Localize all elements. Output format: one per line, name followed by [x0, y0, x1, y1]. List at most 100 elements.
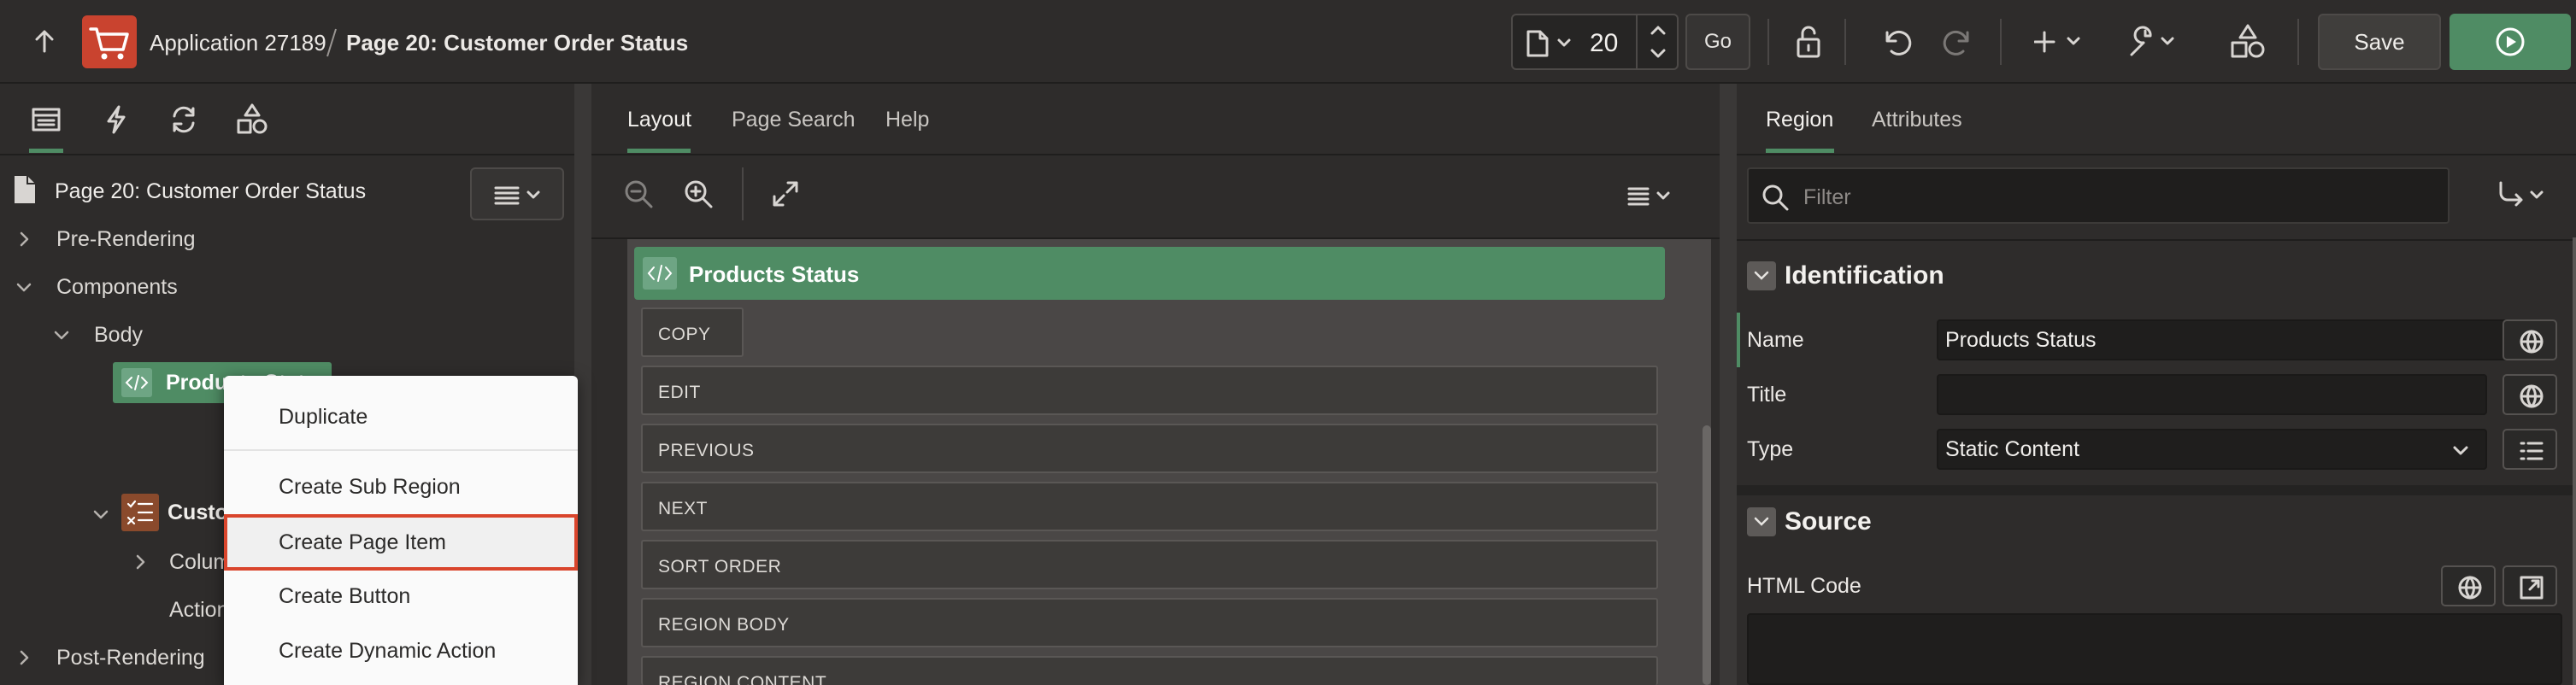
position-label: SORT ORDER: [658, 557, 782, 577]
position-edit[interactable]: EDIT: [641, 366, 1658, 415]
position-label: REGION CONTENT: [658, 673, 827, 685]
position-previous[interactable]: PREVIOUS: [641, 424, 1658, 473]
utilities-wrench-icon[interactable]: [2126, 24, 2181, 60]
tab-page-search[interactable]: Page Search: [732, 108, 856, 132]
create-menu-button[interactable]: [2034, 26, 2089, 58]
zoom-out-icon[interactable]: [622, 178, 655, 210]
translate-globe-button[interactable]: [2502, 374, 2557, 415]
lightning-icon[interactable]: [101, 104, 132, 135]
page-selector[interactable]: 20: [1511, 14, 1679, 70]
breadcrumb-separator: [323, 26, 340, 60]
translate-globe-button[interactable]: [2502, 319, 2557, 360]
decrement-button[interactable]: [1641, 43, 1675, 65]
processing-icon[interactable]: [168, 104, 200, 135]
divider: [0, 154, 574, 155]
shared-components-tab-icon[interactable]: [236, 102, 268, 137]
name-label: Name: [1747, 328, 1804, 352]
section-source[interactable]: Source: [1785, 507, 1872, 536]
collapse-toggle[interactable]: [1747, 507, 1776, 536]
region-products-status[interactable]: Products Status: [634, 247, 1665, 300]
play-icon: [2494, 26, 2526, 58]
menu-item-create-page-item[interactable]: Create Page Item: [224, 514, 578, 571]
translate-globe-button[interactable]: [2441, 565, 2496, 606]
tab-attributes[interactable]: Attributes: [1872, 108, 1962, 132]
section-identification[interactable]: Identification: [1785, 261, 1944, 290]
title-input[interactable]: [1937, 374, 2487, 415]
chevron-right-icon[interactable]: [14, 229, 34, 249]
filter-field[interactable]: Filter: [1747, 167, 2450, 224]
divider: [591, 154, 1720, 155]
current-property-marker: [1737, 313, 1740, 367]
expand-editor-button[interactable]: [2502, 565, 2557, 606]
chevron-down-icon[interactable]: [14, 277, 34, 297]
zoom-in-icon[interactable]: [682, 178, 715, 210]
chevron-down-icon[interactable]: [91, 504, 111, 524]
active-tab-indicator: [29, 149, 63, 153]
redo-icon[interactable]: [1940, 24, 1976, 60]
go-to-group-icon[interactable]: [2496, 179, 2550, 212]
menu-item-create-button[interactable]: Create Button: [224, 569, 578, 624]
chevron-right-icon[interactable]: [130, 552, 150, 572]
position-next[interactable]: NEXT: [641, 482, 1658, 531]
divider: [2000, 19, 2002, 65]
shared-components-icon[interactable]: [2229, 22, 2267, 61]
position-copy[interactable]: COPY: [641, 307, 744, 357]
divider: [1636, 15, 1638, 68]
chevron-down-icon: [2450, 439, 2472, 461]
divider: [1767, 19, 1769, 65]
menu-divider: [224, 449, 578, 451]
tree-menu-button[interactable]: [470, 167, 564, 220]
divider: [742, 167, 744, 220]
divider: [1737, 154, 2576, 155]
html-code-label: HTML Code: [1747, 574, 1861, 598]
rendering-tab-icon[interactable]: [31, 106, 62, 133]
shopping-cart-icon[interactable]: [82, 15, 137, 68]
chevron-right-icon[interactable]: [14, 647, 34, 668]
panel-scrollbar[interactable]: [2573, 237, 2576, 685]
undo-icon[interactable]: [1879, 24, 1914, 60]
divider: [1844, 19, 1846, 65]
code-icon: [121, 368, 152, 397]
canvas-scrollbar[interactable]: [1703, 425, 1711, 685]
lock-icon[interactable]: [1791, 24, 1826, 60]
page-icon: [12, 174, 38, 205]
html-code-editor[interactable]: [1747, 613, 2562, 685]
save-button[interactable]: Save: [2318, 14, 2441, 70]
expand-icon[interactable]: [771, 179, 800, 208]
position-region-content[interactable]: REGION CONTENT: [641, 656, 1658, 685]
page-number-input[interactable]: 20: [1590, 29, 1618, 58]
panel-splitter[interactable]: [1720, 84, 1737, 685]
tab-help[interactable]: Help: [885, 108, 929, 132]
list-options-button[interactable]: [2502, 429, 2557, 470]
position-sort-order[interactable]: SORT ORDER: [641, 540, 1658, 589]
tab-layout[interactable]: Layout: [627, 108, 691, 132]
run-page-button[interactable]: [2450, 14, 2571, 70]
position-region-body[interactable]: REGION BODY: [641, 598, 1658, 647]
tree-page-title[interactable]: Page 20: Customer Order Status: [55, 179, 366, 204]
name-input[interactable]: Products Status: [1937, 319, 2521, 360]
active-tab-indicator: [627, 149, 691, 153]
tab-region[interactable]: Region: [1766, 108, 1833, 132]
go-button[interactable]: Go: [1685, 14, 1750, 70]
position-label: REGION BODY: [658, 615, 790, 635]
app-name-link[interactable]: Application 27189: [150, 30, 326, 56]
filter-input[interactable]: Filter: [1803, 185, 1851, 210]
layout-menu-button[interactable]: [1626, 183, 1677, 208]
tree-item-body[interactable]: Body: [94, 323, 143, 348]
type-select[interactable]: Static Content: [1937, 429, 2487, 470]
menu-item-create-sub-region[interactable]: Create Sub Region: [224, 460, 578, 514]
chevron-down-icon[interactable]: [51, 325, 72, 345]
region-title: Products Status: [689, 261, 860, 287]
divider: [2297, 19, 2299, 65]
up-arrow-icon[interactable]: [29, 26, 60, 56]
collapse-toggle[interactable]: [1747, 261, 1776, 290]
section-separator: [1737, 485, 2576, 495]
menu-item-create-dynamic-action[interactable]: Create Dynamic Action: [224, 624, 578, 678]
position-label: PREVIOUS: [658, 441, 755, 460]
code-icon: [643, 257, 677, 290]
tree-item-components[interactable]: Components: [56, 275, 178, 300]
menu-item-duplicate[interactable]: Duplicate: [224, 389, 578, 444]
tree-item-post-rendering[interactable]: Post-Rendering: [56, 646, 205, 670]
tree-item-pre-rendering[interactable]: Pre-Rendering: [56, 227, 196, 252]
increment-button[interactable]: [1641, 19, 1675, 41]
